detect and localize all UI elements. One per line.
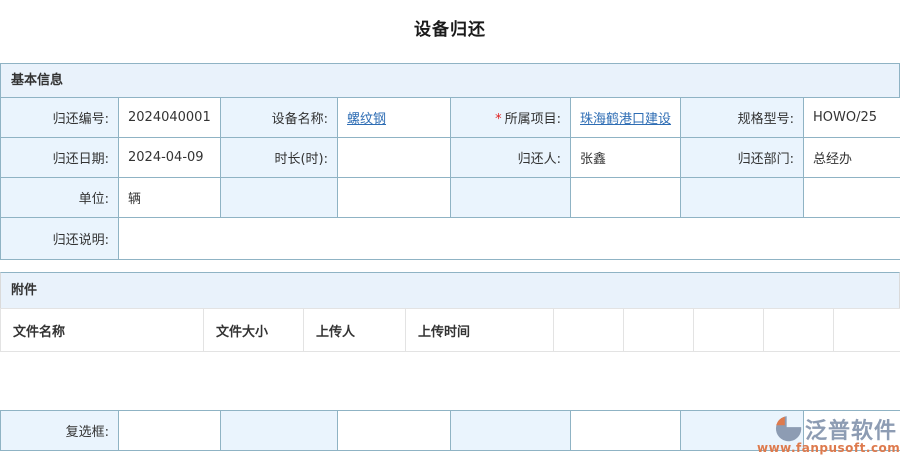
fanpu-branding: 泛普软件 www.fanpusoft.com	[757, 413, 897, 455]
column-header-uploader: 上传人	[304, 309, 406, 352]
checkbox-label: 复选框:	[1, 411, 119, 451]
attachments-table: 文件名称 文件大小 上传人 上传时间	[0, 308, 900, 352]
empty-label-cell	[221, 411, 338, 451]
column-header-file-size: 文件大小	[204, 309, 304, 352]
return-no-label: 归还编号:	[1, 98, 119, 138]
column-header-file-name: 文件名称	[1, 309, 204, 352]
empty-value-cell	[571, 411, 681, 451]
table-row: 单位: 辆	[1, 178, 900, 218]
return-dept-label: 归还部门:	[681, 138, 804, 178]
empty-label-cell	[451, 178, 571, 218]
empty-label-cell	[681, 178, 804, 218]
empty-header-cell	[554, 309, 624, 352]
column-header-upload-time: 上传时间	[406, 309, 554, 352]
unit-value: 辆	[119, 178, 221, 218]
device-name-label: 设备名称:	[221, 98, 338, 138]
empty-header-cell	[764, 309, 834, 352]
unit-label: 单位:	[1, 178, 119, 218]
table-row: 归还编号: 2024040001 设备名称: 螺纹钢 *所属项目: 珠海鹤港口建…	[1, 98, 900, 138]
attachments-section: 附件 文件名称 文件大小 上传人 上传时间	[0, 272, 900, 352]
fanpu-website-url: www.fanpusoft.com	[757, 441, 897, 455]
table-row: 归还说明:	[1, 218, 900, 260]
empty-label-cell	[221, 178, 338, 218]
basic-info-section: 基本信息 归还编号: 2024040001 设备名称: 螺纹钢 *所属项目: 珠…	[0, 63, 900, 260]
return-note-label: 归还说明:	[1, 218, 119, 260]
empty-header-cell	[624, 309, 694, 352]
table-row: 归还日期: 2024-04-09 时长(时): 归还人: 张鑫 归还部门: 总经…	[1, 138, 900, 178]
empty-value-cell	[804, 178, 900, 218]
project-label-cell: *所属项目:	[451, 98, 571, 138]
duration-label: 时长(时):	[221, 138, 338, 178]
spec-model-value: HOWO/25	[804, 98, 900, 138]
returner-value: 张鑫	[571, 138, 681, 178]
device-name-link[interactable]: 螺纹钢	[347, 112, 386, 127]
fanpu-logo-icon	[774, 414, 804, 444]
empty-value-cell	[571, 178, 681, 218]
basic-info-table: 归还编号: 2024040001 设备名称: 螺纹钢 *所属项目: 珠海鹤港口建…	[0, 97, 900, 260]
empty-value-cell	[338, 178, 451, 218]
project-label: 所属项目:	[505, 112, 561, 127]
empty-header-cell	[834, 309, 900, 352]
empty-label-cell	[451, 411, 571, 451]
required-asterisk: *	[495, 112, 502, 127]
return-note-value	[119, 218, 900, 260]
attachments-section-title: 附件	[0, 272, 900, 308]
empty-value-cell	[338, 411, 451, 451]
project-cell: 珠海鹤港口建设	[571, 98, 681, 138]
basic-info-section-title: 基本信息	[0, 63, 900, 97]
return-no-value: 2024040001	[119, 98, 221, 138]
attachments-header-row: 文件名称 文件大小 上传人 上传时间	[1, 309, 900, 352]
return-dept-value: 总经办	[804, 138, 900, 178]
returner-label: 归还人:	[451, 138, 571, 178]
return-date-value: 2024-04-09	[119, 138, 221, 178]
equipment-return-page: 设备归还 基本信息 归还编号: 2024040001 设备名称: 螺纹钢 *所属…	[0, 0, 900, 467]
return-date-label: 归还日期:	[1, 138, 119, 178]
empty-header-cell	[694, 309, 764, 352]
page-title: 设备归还	[0, 15, 900, 40]
checkbox-cell[interactable]	[119, 411, 221, 451]
duration-value	[338, 138, 451, 178]
project-link[interactable]: 珠海鹤港口建设	[580, 112, 671, 127]
device-name-cell: 螺纹钢	[338, 98, 451, 138]
spec-model-label: 规格型号:	[681, 98, 804, 138]
